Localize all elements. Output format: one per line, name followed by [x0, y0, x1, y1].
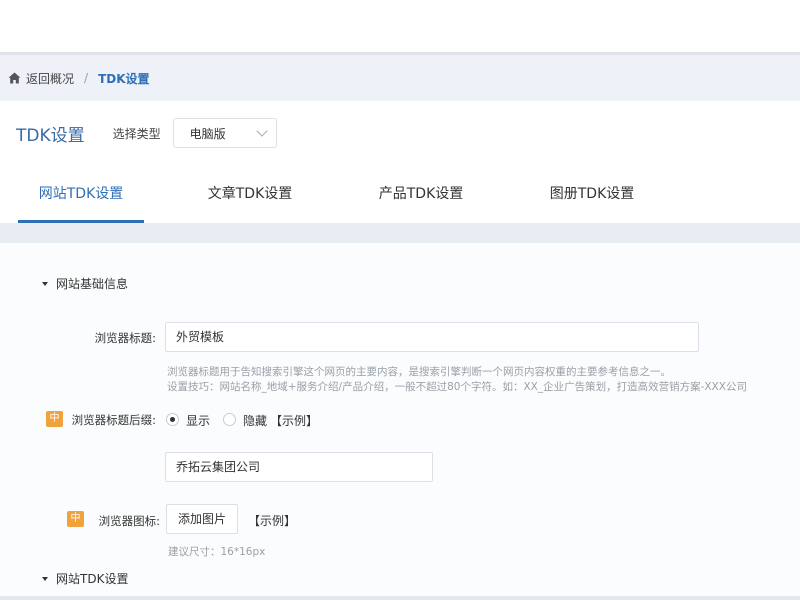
chevron-down-icon [255, 125, 268, 137]
browser-title-input[interactable]: 外贸模板 [165, 322, 699, 352]
tab-label: 产品TDK设置 [378, 186, 464, 202]
caret-down-icon [42, 576, 48, 581]
tab-label: 文章TDK设置 [207, 186, 293, 202]
radio-show[interactable] [166, 413, 179, 426]
page-header: TDK设置 选择类型 电脑版 [0, 101, 800, 165]
add-image-button[interactable]: 添加图片 [166, 504, 238, 534]
section-site-tdk[interactable]: 网站TDK设置 [42, 570, 128, 587]
title-suffix-input[interactable]: 乔拓云集团公司 [165, 452, 433, 482]
breadcrumb-separator: / [84, 71, 89, 85]
tab-label: 图册TDK设置 [549, 186, 635, 202]
favicon-example-link[interactable]: 【示例】 [248, 512, 296, 529]
browser-title-tip: 设置技巧：网站名称_地域+服务介绍/产品介绍，一般不超过80个字符。如：XX_企… [167, 381, 747, 393]
radio-show-label[interactable]: 显示 [186, 412, 210, 429]
tab-article-tdk[interactable]: 文章TDK设置 [190, 165, 310, 223]
bottom-divider [0, 596, 800, 600]
radio-hide[interactable] [223, 413, 236, 426]
type-label: 选择类型 [112, 126, 161, 141]
browser-title-help: 浏览器标题用于告知搜索引擎这个网页的主要内容，是搜索引擎判断一个网页内容权重的主… [167, 366, 671, 378]
section-basic-info[interactable]: 网站基础信息 [42, 275, 128, 292]
section-title: 网站基础信息 [56, 277, 129, 291]
type-select[interactable]: 电脑版 [172, 118, 277, 148]
breadcrumb-current: TDK设置 [98, 71, 150, 86]
section-title: 网站TDK设置 [56, 572, 129, 586]
browser-title-label: 浏览器标题: [94, 331, 156, 345]
breadcrumb: 返回概况 / TDK设置 [0, 55, 800, 101]
tab-product-tdk[interactable]: 产品TDK设置 [361, 165, 481, 223]
tab-label: 网站TDK设置 [38, 186, 124, 202]
home-icon [8, 72, 21, 84]
section-divider [0, 223, 800, 243]
lang-badge: 中 [46, 411, 63, 427]
page-title: TDK设置 [16, 125, 85, 146]
title-suffix-example-link[interactable]: 【示例】 [270, 412, 318, 429]
type-select-value: 电脑版 [189, 126, 226, 141]
tab-site-tdk[interactable]: 网站TDK设置 [18, 165, 144, 223]
back-to-overview-link[interactable]: 返回概况 [26, 70, 74, 87]
radio-hide-label[interactable]: 隐藏 [243, 412, 267, 429]
top-bar [0, 0, 800, 52]
title-suffix-label: 浏览器标题后缀: [71, 413, 156, 427]
tab-album-tdk[interactable]: 图册TDK设置 [532, 165, 652, 223]
tab-bar: 网站TDK设置 文章TDK设置 产品TDK设置 图册TDK设置 [0, 165, 800, 223]
caret-down-icon [42, 281, 48, 286]
favicon-size-hint: 建议尺寸：16*16px [168, 546, 266, 558]
favicon-label: 浏览器图标: [98, 514, 160, 528]
lang-badge: 中 [67, 511, 84, 527]
